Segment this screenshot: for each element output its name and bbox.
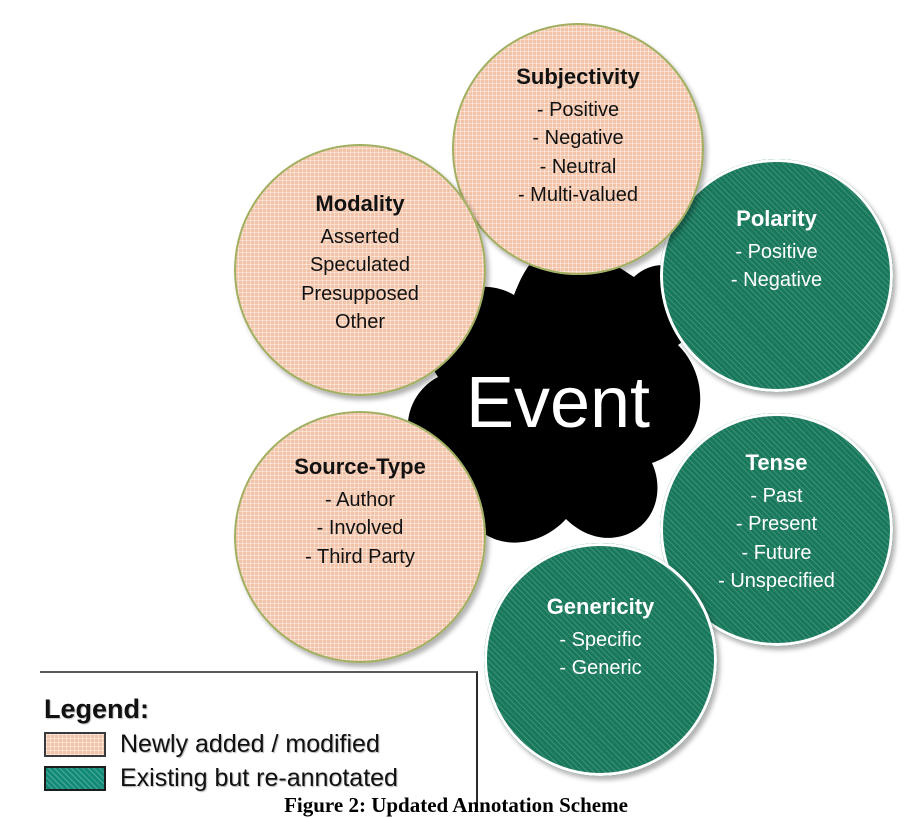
legend-entry-label: Existing but re-annotated <box>120 764 398 792</box>
figure-canvas: Event Subjectivity - Positive - Negative… <box>0 0 912 817</box>
petal-title-source-type: Source-Type <box>294 454 426 479</box>
petal-source-type[interactable]: Source-Type - Author - Involved - Third … <box>234 411 486 663</box>
legend-title: Legend: <box>44 694 149 724</box>
legend-entry-newly-added: Newly added / modified <box>44 730 380 759</box>
petal-item: - Multi-valued <box>517 184 639 207</box>
petal-item: Speculated <box>309 254 411 277</box>
petal-modality[interactable]: Modality Asserted Speculated Presupposed… <box>234 144 486 396</box>
petal-item: Other <box>334 311 386 334</box>
petal-item: - Past <box>750 485 803 508</box>
petal-item: - Negative <box>730 269 823 292</box>
petal-title-tense: Tense <box>745 450 808 475</box>
petal-item: Presupposed <box>301 282 419 305</box>
pink-checkered-swatch <box>44 732 106 757</box>
petal-item: - Positive <box>536 99 620 122</box>
petal-genericity[interactable]: Genericity - Specific - Generic <box>484 543 717 776</box>
petal-item: - Generic <box>559 657 642 680</box>
petal-item: - Present <box>735 513 818 536</box>
petal-subjectivity[interactable]: Subjectivity - Positive - Negative - Neu… <box>452 23 704 275</box>
legend-entry-existing: Existing but re-annotated <box>44 764 398 793</box>
petal-item: - Author <box>324 489 396 512</box>
petal-title-genericity: Genericity <box>546 594 655 619</box>
petal-item: Asserted <box>320 226 400 249</box>
figure-caption: Figure 2: Updated Annotation Scheme <box>284 793 628 817</box>
petal-item: - Unspecified <box>718 570 835 593</box>
petal-item: - Neutral <box>539 155 617 178</box>
legend-entry-label: Newly added / modified <box>120 730 380 758</box>
petal-item: - Involved <box>316 517 404 540</box>
green-hatched-swatch <box>44 766 106 791</box>
petal-title-modality: Modality <box>315 191 405 216</box>
petal-title-polarity: Polarity <box>736 206 817 231</box>
petal-item: - Negative <box>532 127 624 150</box>
petal-item: - Future <box>741 541 812 564</box>
petal-item: - Positive <box>735 241 818 264</box>
petal-title-subjectivity: Subjectivity <box>516 64 640 89</box>
petal-item: - Third Party <box>305 545 415 568</box>
petal-item: - Specific <box>559 629 642 652</box>
